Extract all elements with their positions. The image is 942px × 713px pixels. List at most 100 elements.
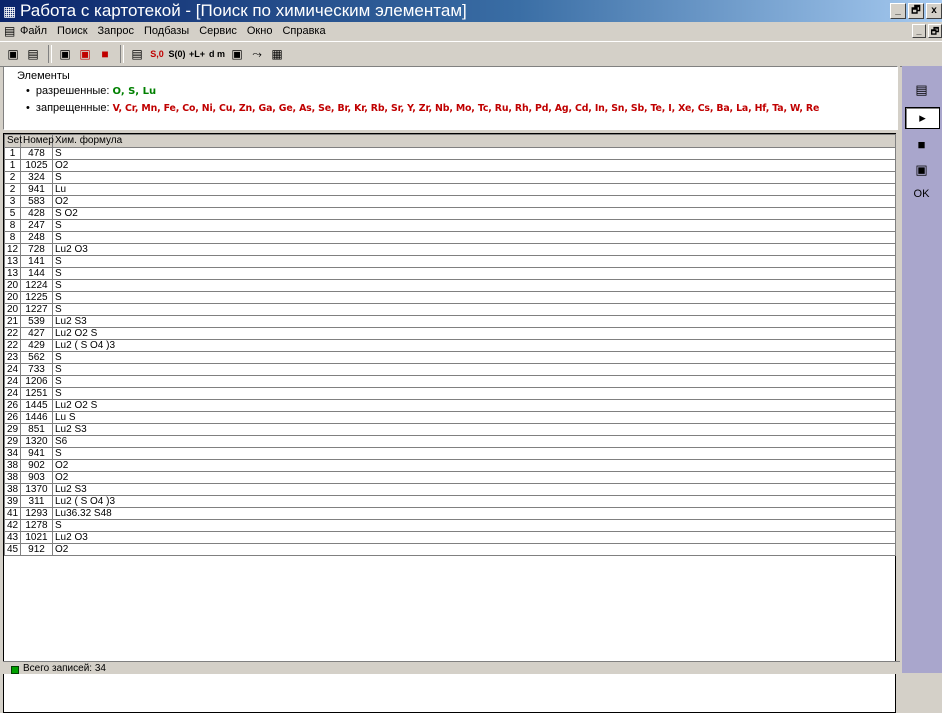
table-row[interactable]: 38 1370 Lu2 S3 <box>4 483 896 496</box>
table-row[interactable]: 42 1278 S <box>4 519 896 532</box>
cell-set: 8 <box>4 219 21 232</box>
cell-formula: O2 <box>52 543 896 556</box>
table-row[interactable]: 43 1021 Lu2 O3 <box>4 531 896 544</box>
mdi-minimize-button[interactable]: _ <box>912 24 926 38</box>
table-row[interactable]: 1 1025 O2 <box>4 159 896 172</box>
mdi-restore-button[interactable]: 🗗 <box>928 24 942 38</box>
cell-number: 1251 <box>20 387 53 400</box>
table-row[interactable]: 29 1320 S6 <box>4 435 896 448</box>
grid-icon[interactable]: ▣ <box>228 45 246 63</box>
cell-number: 903 <box>20 471 53 484</box>
table-icon[interactable]: ▦ <box>268 45 286 63</box>
cell-formula: Lu2 ( S O4 )3 <box>52 339 896 352</box>
play-icon[interactable]: ▸ <box>905 107 940 129</box>
cell-number: 144 <box>20 267 53 280</box>
close-button[interactable]: x <box>926 3 942 19</box>
plus-l-icon[interactable]: +L+ <box>188 45 206 63</box>
cell-set: 26 <box>4 399 21 412</box>
database-icon[interactable]: ▣ <box>905 160 938 180</box>
window-controls: _ 🗗 x <box>890 3 942 19</box>
menu-file[interactable]: Файл <box>20 24 47 38</box>
copy-icon[interactable]: ▣ <box>56 45 74 63</box>
folder-icon[interactable]: ▤ <box>24 45 42 63</box>
table-row[interactable]: 26 1446 Lu S <box>4 411 896 424</box>
menu-search[interactable]: Поиск <box>57 24 87 38</box>
table-row[interactable]: 24 1206 S <box>4 375 896 388</box>
s0-icon[interactable]: S(0) <box>168 45 186 63</box>
table-row[interactable]: 45 912 O2 <box>4 543 896 556</box>
table-row[interactable]: 2 324 S <box>4 171 896 184</box>
table-row[interactable]: 3 583 O2 <box>4 195 896 208</box>
so-icon[interactable]: S,0 <box>148 45 166 63</box>
table-row[interactable]: 8 247 S <box>4 219 896 232</box>
cell-number: 902 <box>20 459 53 472</box>
tree-icon[interactable]: ⤳ <box>248 45 266 63</box>
cell-number: 428 <box>20 207 53 220</box>
menu-window[interactable]: Окно <box>247 24 273 38</box>
menu-service[interactable]: Сервис <box>199 24 237 38</box>
table-row[interactable]: 24 1251 S <box>4 387 896 400</box>
forbidden-elements: V, Cr, Mn, Fe, Co, Ni, Cu, Zn, Ga, Ge, A… <box>112 103 820 114</box>
table-row[interactable]: 12 728 Lu2 O3 <box>4 243 896 256</box>
results-table-container[interactable]: Set Номер Хим. формула 1 478 S 1 1025 O2 2 324 S… <box>3 133 896 713</box>
document-icon[interactable]: ▤ <box>4 24 18 38</box>
table-row[interactable]: 23 562 S <box>4 351 896 364</box>
table-row[interactable]: 22 429 Lu2 ( S O4 )3 <box>4 339 896 352</box>
open-db-icon[interactable]: ▣ <box>4 45 22 63</box>
cell-set: 38 <box>4 483 21 496</box>
save-icon[interactable]: ■ <box>905 134 938 154</box>
cell-set: 38 <box>4 471 21 484</box>
table-row[interactable]: 21 539 Lu2 S3 <box>4 315 896 328</box>
table-row[interactable]: 13 144 S <box>4 267 896 280</box>
print-icon[interactable]: ▤ <box>128 45 146 63</box>
dm-icon[interactable]: d m <box>208 45 226 63</box>
table-row[interactable]: 24 733 S <box>4 363 896 376</box>
table-row[interactable]: 2 941 Lu <box>4 183 896 196</box>
column-header-number[interactable]: Номер <box>20 134 54 148</box>
table-row[interactable]: 38 903 O2 <box>4 471 896 484</box>
table-row[interactable]: 38 902 O2 <box>4 459 896 472</box>
app-icon: ▦ <box>3 3 17 19</box>
table-row[interactable]: 20 1227 S <box>4 303 896 316</box>
cell-formula: Lu <box>52 183 896 196</box>
cell-number: 429 <box>20 339 53 352</box>
cell-formula: S <box>52 279 896 292</box>
maximize-button[interactable]: 🗗 <box>908 3 924 19</box>
menu-query[interactable]: Запрос <box>98 24 134 38</box>
properties-icon[interactable]: ▤ <box>905 80 938 100</box>
menu-subbases[interactable]: Подбазы <box>144 24 189 38</box>
cell-formula: S <box>52 375 896 388</box>
table-row[interactable]: 34 941 S <box>4 447 896 460</box>
table-row[interactable]: 22 427 Lu2 O2 S <box>4 327 896 340</box>
cell-number: 728 <box>20 243 53 256</box>
table-row[interactable]: 13 141 S <box>4 255 896 268</box>
column-header-set[interactable]: Set <box>4 134 22 148</box>
cell-set: 13 <box>4 255 21 268</box>
cell-set: 20 <box>4 291 21 304</box>
menu-help[interactable]: Справка <box>282 24 325 38</box>
delete-icon[interactable]: ▣ <box>76 45 94 63</box>
table-row[interactable]: 20 1225 S <box>4 291 896 304</box>
cell-formula: Lu2 O2 S <box>52 399 896 412</box>
toolbar-separator <box>48 45 52 63</box>
cell-set: 41 <box>4 507 21 520</box>
cell-formula: S <box>52 231 896 244</box>
cell-formula: Lu2 O3 <box>52 531 896 544</box>
table-row[interactable]: 26 1445 Lu2 O2 S <box>4 399 896 412</box>
elements-header: Элементы <box>17 70 70 82</box>
ok-button[interactable]: OK <box>905 184 938 204</box>
column-header-formula[interactable]: Хим. формула <box>52 134 896 148</box>
minimize-button[interactable]: _ <box>890 3 906 19</box>
table-row[interactable]: 41 1293 Lu36.32 S48 <box>4 507 896 520</box>
allowed-line: • разрешенные: O, S, Lu <box>26 85 156 97</box>
table-row[interactable]: 29 851 Lu2 S3 <box>4 423 896 436</box>
table-row[interactable]: 20 1224 S <box>4 279 896 292</box>
stop-icon[interactable]: ■ <box>96 45 114 63</box>
cell-formula: S <box>52 255 896 268</box>
cell-formula: S <box>52 351 896 364</box>
table-row[interactable]: 39 311 Lu2 ( S O4 )3 <box>4 495 896 508</box>
table-row[interactable]: 5 428 S O2 <box>4 207 896 220</box>
table-row[interactable]: 1 478 S <box>4 147 896 160</box>
cell-number: 733 <box>20 363 53 376</box>
table-row[interactable]: 8 248 S <box>4 231 896 244</box>
